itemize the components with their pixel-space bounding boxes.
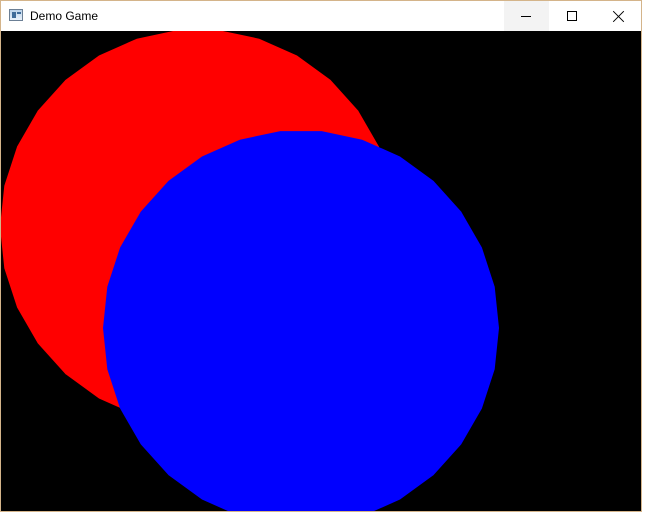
window-title: Demo Game <box>30 9 99 23</box>
minimize-button[interactable] <box>504 1 549 31</box>
close-icon <box>613 10 625 22</box>
blue-circle <box>103 131 499 511</box>
title-bar[interactable]: Demo Game <box>1 1 641 31</box>
application-window-icon[interactable] <box>9 9 23 21</box>
maximize-button[interactable] <box>549 1 594 31</box>
minimize-icon <box>521 16 531 17</box>
game-window: Demo Game <box>0 0 642 512</box>
game-canvas[interactable] <box>1 31 641 511</box>
close-button[interactable] <box>595 1 640 31</box>
scene-svg <box>1 31 641 511</box>
maximize-icon <box>567 11 577 21</box>
